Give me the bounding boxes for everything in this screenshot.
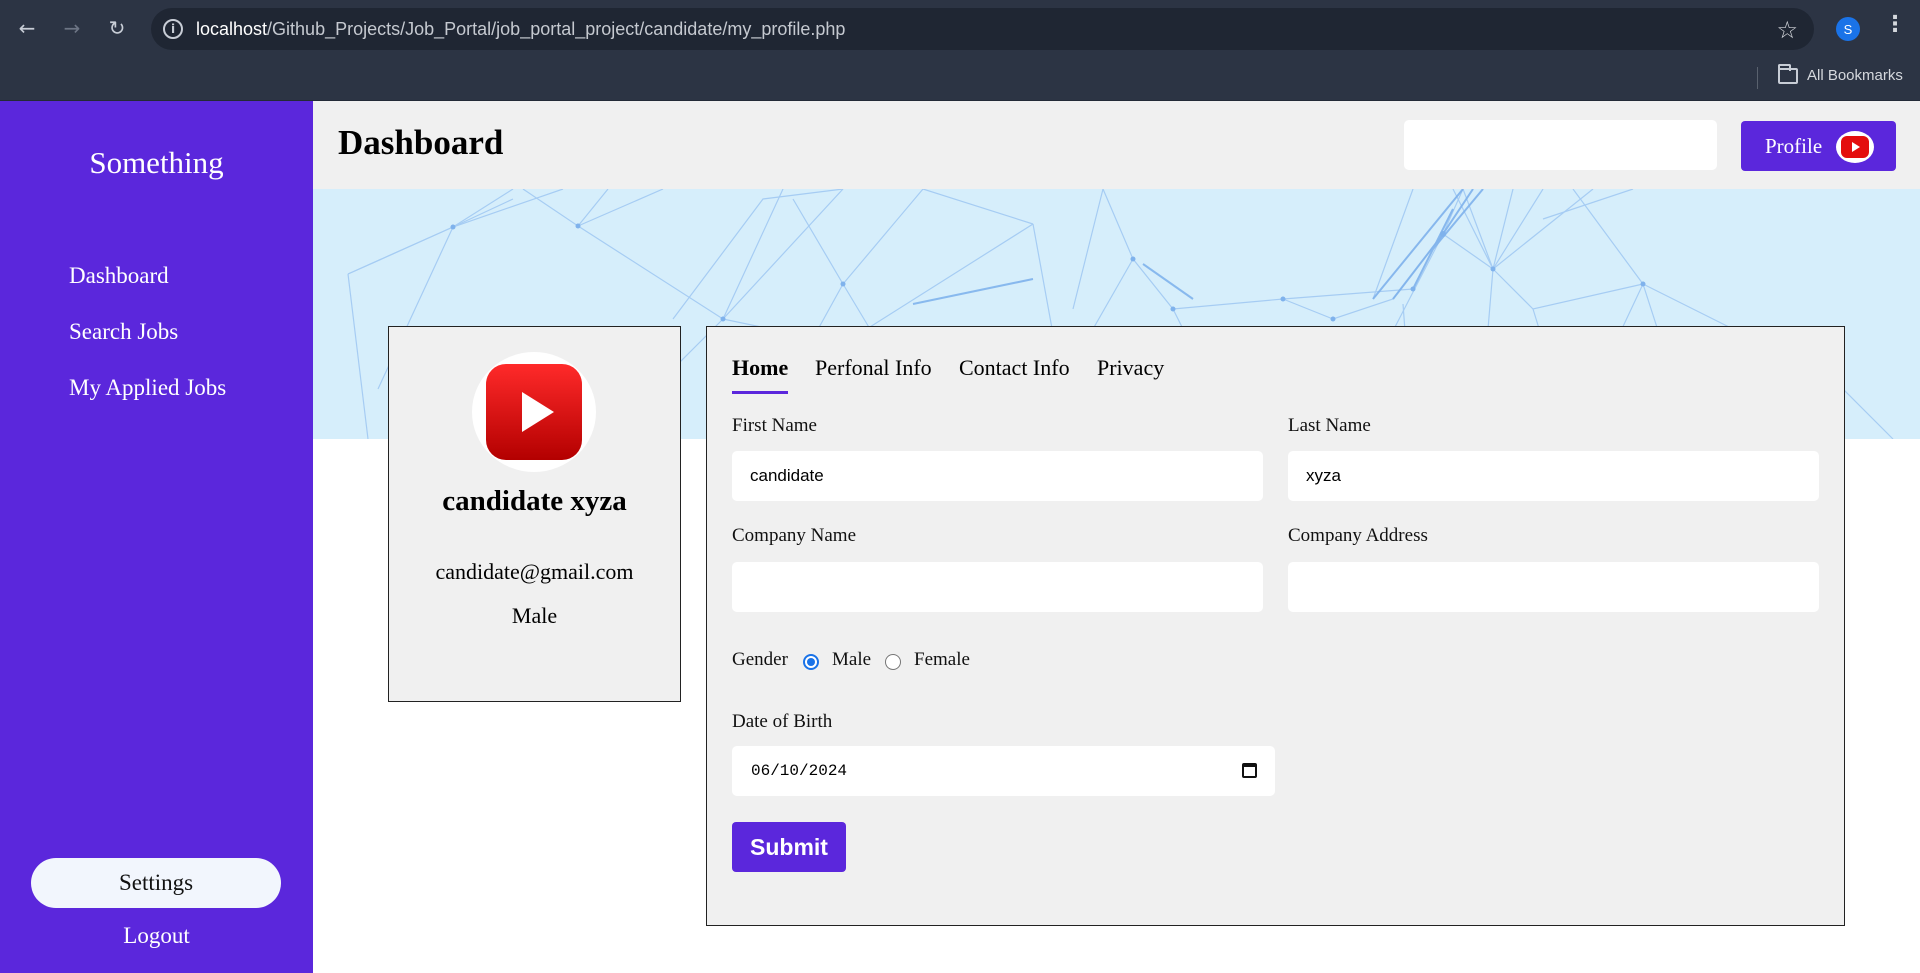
profile-summary-card: candidate xyza candidate@gmail.com Male	[388, 326, 681, 702]
last-name-input[interactable]: xyza	[1288, 451, 1819, 501]
tab-personal-info[interactable]: Perfonal Info	[815, 355, 932, 391]
sidebar: Something Dashboard Search Jobs My Appli…	[0, 101, 313, 973]
sidebar-item-dashboard[interactable]: Dashboard	[69, 263, 169, 289]
sidebar-item-my-applied-jobs[interactable]: My Applied Jobs	[69, 375, 226, 401]
youtube-play-icon	[486, 364, 582, 460]
dob-input[interactable]: 06/10/2024	[732, 746, 1275, 796]
brand-logo-text: Something	[89, 145, 224, 180]
tab-home[interactable]: Home	[732, 355, 789, 394]
calendar-icon[interactable]	[1242, 763, 1257, 778]
dob-label: Date of Birth	[732, 711, 833, 732]
profile-button[interactable]: Profile	[1741, 121, 1896, 171]
company-name-label: Company Name	[732, 525, 857, 546]
gender-male-label[interactable]: Male	[832, 649, 871, 671]
browser-profile-avatar[interactable]: S	[1836, 17, 1860, 41]
address-bar[interactable]: i localhost/Github_Projects/Job_Portal/j…	[151, 8, 1814, 50]
reload-icon[interactable]: ↻	[104, 15, 130, 41]
profile-avatar	[472, 352, 596, 472]
bookmark-star-icon[interactable]: ☆	[1776, 16, 1798, 44]
url-text[interactable]: localhost/Github_Projects/Job_Portal/job…	[196, 19, 845, 40]
candidate-email: candidate@gmail.com	[435, 559, 634, 584]
bookmarks-divider	[1757, 67, 1758, 89]
page-header: Dashboard Profile	[313, 101, 1920, 189]
gender-female-label[interactable]: Female	[914, 649, 970, 671]
candidate-name: candidate xyza	[442, 485, 627, 517]
last-name-label: Last Name	[1288, 415, 1371, 436]
first-name-input[interactable]: candidate	[732, 451, 1263, 501]
site-info-icon[interactable]: i	[163, 19, 183, 39]
youtube-play-icon	[1836, 131, 1874, 163]
forward-arrow-icon[interactable]: →	[59, 15, 85, 41]
page-title: Dashboard	[338, 123, 504, 162]
gender-female-radio[interactable]	[885, 654, 901, 670]
browser-menu-icon[interactable]: ⋮	[1884, 12, 1906, 37]
back-arrow-icon[interactable]: ←	[14, 15, 40, 41]
tab-privacy[interactable]: Privacy	[1097, 355, 1164, 391]
settings-button[interactable]: Settings	[31, 858, 281, 908]
candidate-gender: Male	[511, 603, 558, 628]
sidebar-item-search-jobs[interactable]: Search Jobs	[69, 319, 178, 345]
company-name-input[interactable]	[732, 562, 1263, 612]
profile-form-card: Home Perfonal Info Contact Info Privacy …	[706, 326, 1845, 926]
bookmarks-bar: All Bookmarks	[0, 58, 1920, 101]
logout-link[interactable]: Logout	[0, 923, 313, 949]
gender-label: Gender	[732, 649, 788, 670]
first-name-label: First Name	[732, 415, 817, 436]
header-search-input[interactable]	[1404, 120, 1717, 170]
browser-toolbar: ← → ↻ i localhost/Github_Projects/Job_Po…	[0, 0, 1920, 58]
dob-value: 06/10/2024	[751, 762, 848, 780]
company-address-input[interactable]	[1288, 562, 1819, 612]
tab-contact-info[interactable]: Contact Info	[959, 355, 1070, 391]
company-address-label: Company Address	[1288, 525, 1428, 546]
submit-button[interactable]: Submit	[732, 822, 846, 872]
all-bookmarks-link[interactable]: All Bookmarks	[1807, 67, 1903, 84]
profile-button-label: Profile	[1765, 133, 1823, 158]
folder-icon[interactable]	[1778, 64, 1798, 84]
gender-male-radio[interactable]	[803, 654, 819, 670]
